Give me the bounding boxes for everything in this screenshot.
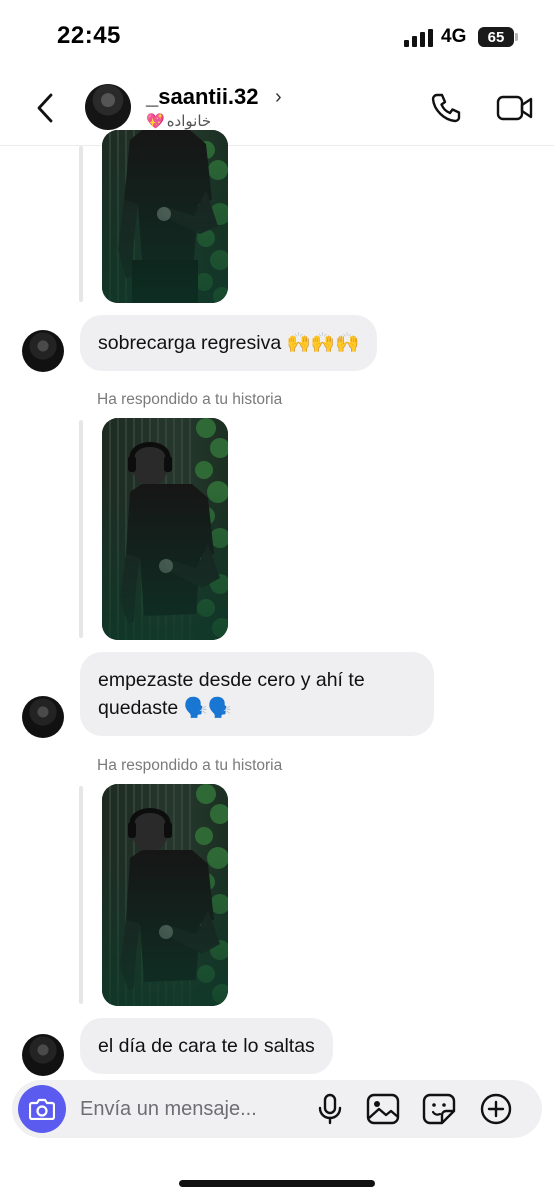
story-reply-line [79, 786, 83, 1004]
story-reply-line [79, 420, 83, 638]
subtitle-text: خانواده [166, 113, 212, 130]
audio-call-button[interactable] [428, 90, 464, 126]
story-thumbnail[interactable] [102, 130, 228, 303]
story-image [102, 418, 228, 640]
more-options-button[interactable] [479, 1093, 513, 1125]
sender-avatar[interactable] [22, 1034, 64, 1076]
microphone-button[interactable] [314, 1093, 346, 1125]
battery-icon: 65 [478, 27, 518, 47]
home-indicator[interactable] [179, 1180, 375, 1187]
chevron-left-icon [37, 93, 53, 123]
status-time: 22:45 [57, 22, 121, 49]
signal-icon [404, 29, 433, 47]
sticker-icon [422, 1093, 456, 1125]
sticker-button[interactable] [422, 1093, 456, 1125]
story-image [102, 130, 228, 303]
battery-level: 65 [487, 28, 505, 46]
message-bubble[interactable]: empezaste desde cero y ahí te quedaste 🗣… [80, 652, 434, 736]
camera-button[interactable] [18, 1085, 66, 1133]
story-thumbnail[interactable] [102, 418, 228, 640]
status-bar: 22:45 4G 65 [0, 0, 554, 72]
video-camera-icon [496, 95, 533, 121]
story-reply-caption: Ha respondido a tu historia [97, 757, 283, 774]
plus-circle-icon [480, 1093, 512, 1125]
story-reply-line [79, 146, 83, 302]
message-composer [12, 1080, 542, 1138]
camera-icon [29, 1098, 55, 1120]
message-bubble[interactable]: sobrecarga regresiva 🙌🙌🙌 [80, 315, 378, 371]
network-type: 4G [441, 26, 467, 47]
story-image [102, 784, 228, 1006]
phone-icon [431, 93, 461, 123]
sender-avatar[interactable] [22, 330, 64, 372]
profile-chevron-icon[interactable]: › [275, 86, 282, 109]
gallery-button[interactable] [366, 1093, 400, 1125]
story-thumbnail[interactable] [102, 784, 228, 1006]
chat-header: _saantii.32 › 💖 خانواده [0, 72, 554, 146]
avatar[interactable] [85, 84, 131, 130]
sender-avatar[interactable] [22, 696, 64, 738]
username[interactable]: _saantii.32 [146, 84, 259, 110]
microphone-icon [318, 1093, 342, 1125]
message-input[interactable] [80, 1095, 300, 1123]
video-call-button[interactable] [496, 90, 534, 126]
profile-subtitle: 💖 خانواده [146, 112, 211, 130]
image-icon [366, 1093, 400, 1125]
sparkling-heart-icon: 💖 [146, 113, 165, 130]
story-reply-caption: Ha respondido a tu historia [97, 391, 283, 408]
message-bubble[interactable]: el día de cara te lo saltas [80, 1018, 333, 1074]
back-button[interactable] [30, 90, 60, 126]
